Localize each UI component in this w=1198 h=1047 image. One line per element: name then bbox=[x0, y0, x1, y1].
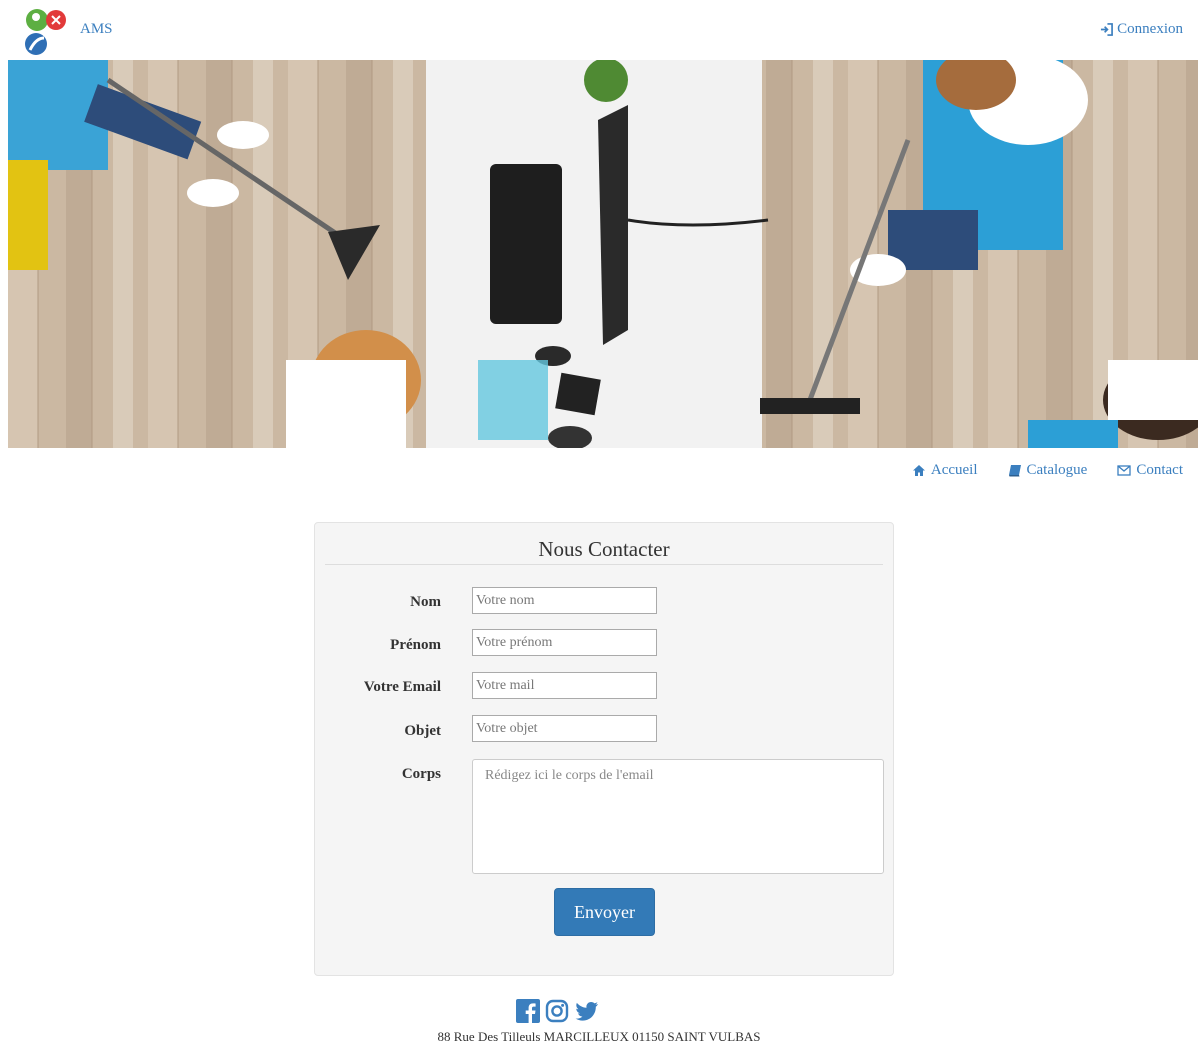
nom-label: Nom bbox=[410, 594, 441, 610]
twitter-icon[interactable] bbox=[574, 999, 600, 1028]
prenom-input[interactable] bbox=[472, 629, 657, 656]
facebook-icon[interactable] bbox=[516, 999, 540, 1028]
form-title: Nous Contacter bbox=[538, 537, 670, 561]
nom-input[interactable] bbox=[472, 587, 657, 614]
objet-label: Objet bbox=[404, 723, 441, 739]
instagram-icon[interactable] bbox=[545, 999, 569, 1028]
objet-input[interactable] bbox=[472, 715, 657, 742]
email-input[interactable] bbox=[472, 672, 657, 699]
hero-banner-image bbox=[8, 60, 1198, 448]
prenom-label: Prénom bbox=[390, 637, 441, 653]
brand-link[interactable]: AMS bbox=[80, 21, 113, 38]
login-link[interactable]: Connexion bbox=[1100, 21, 1183, 38]
book-icon bbox=[1008, 465, 1021, 477]
social-links bbox=[516, 999, 600, 1028]
email-label: Votre Email bbox=[363, 679, 441, 695]
main-nav: Accueil Catalogue Contact bbox=[912, 462, 1183, 479]
envelope-icon bbox=[1117, 465, 1131, 476]
nav-item-contact[interactable]: Contact bbox=[1117, 462, 1183, 479]
nav-item-accueil[interactable]: Accueil bbox=[912, 462, 978, 479]
nav-item-catalogue[interactable]: Catalogue bbox=[1008, 462, 1088, 479]
corps-textarea[interactable] bbox=[472, 759, 884, 874]
top-navbar: AMS Connexion bbox=[0, 0, 1198, 60]
corps-label: Corps bbox=[401, 766, 441, 782]
contact-form-panel: Nous Contacter Nom Prénom Votre Email Ob… bbox=[314, 522, 894, 976]
nav-label-accueil: Accueil bbox=[930, 462, 978, 478]
home-icon bbox=[912, 465, 925, 476]
nav-label-contact: Contact bbox=[1136, 462, 1183, 478]
footer-address: 88 Rue Des Tilleuls MARCILLEUX 01150 SAI… bbox=[437, 1029, 761, 1044]
envoyer-button[interactable]: Envoyer bbox=[554, 888, 655, 936]
login-label: Connexion bbox=[1117, 21, 1183, 37]
ams-logo[interactable] bbox=[22, 6, 70, 58]
sign-in-icon bbox=[1101, 23, 1114, 36]
title-divider bbox=[325, 564, 883, 565]
nav-label-catalogue: Catalogue bbox=[1026, 462, 1088, 478]
